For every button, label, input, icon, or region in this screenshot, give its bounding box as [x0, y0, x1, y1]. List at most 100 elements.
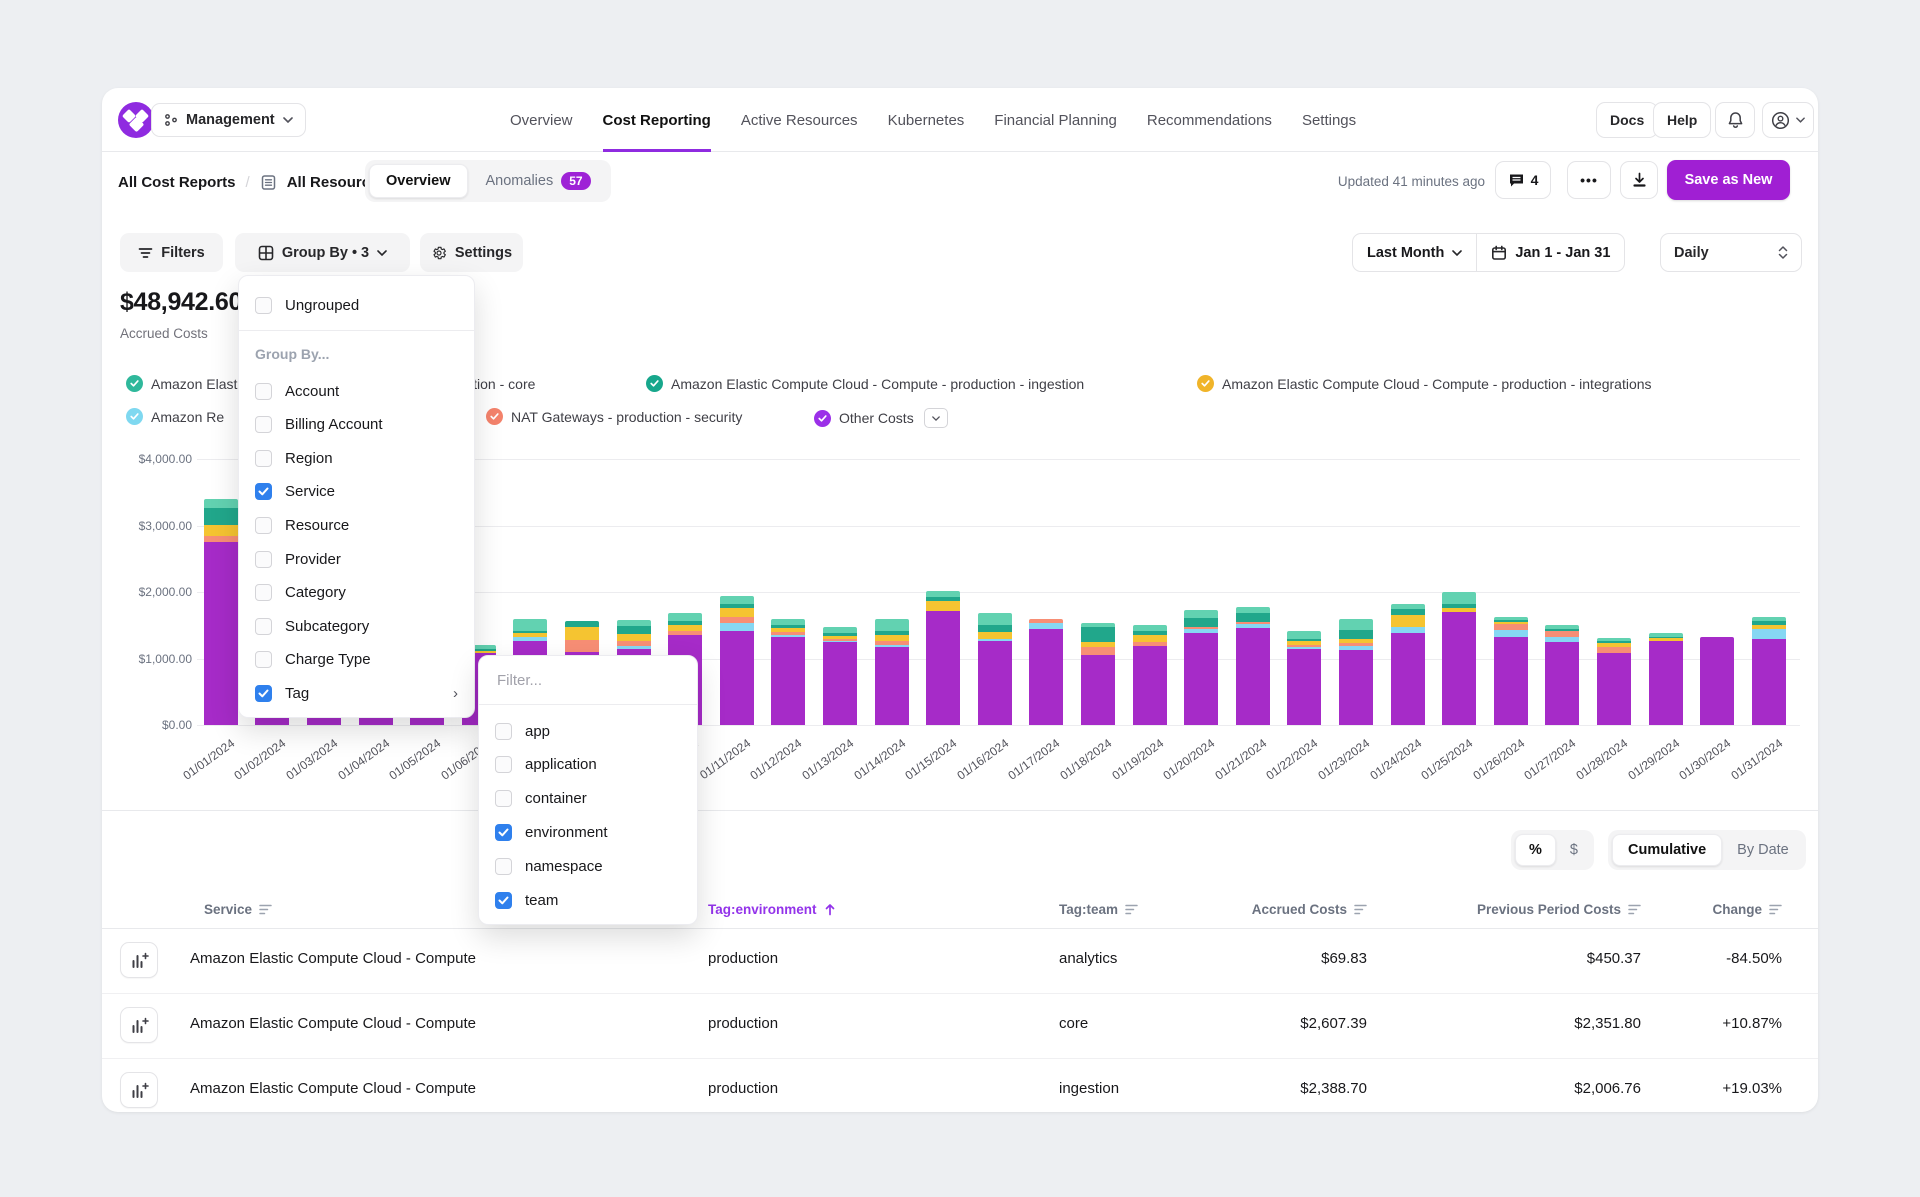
- date-range-button[interactable]: Jan 1 - Jan 31: [1476, 234, 1624, 271]
- add-to-chart-button[interactable]: [120, 1007, 158, 1043]
- menu-item-category[interactable]: Category: [239, 578, 474, 608]
- bar-01/14/2024[interactable]: [875, 619, 909, 725]
- docs-button[interactable]: Docs: [1596, 102, 1658, 138]
- menu-item-resource[interactable]: Resource: [239, 510, 474, 540]
- group-by-button[interactable]: Group By • 3: [235, 233, 410, 272]
- add-to-chart-button[interactable]: [120, 1072, 158, 1108]
- bar-01/31/2024[interactable]: [1752, 617, 1786, 725]
- bar-01/29/2024[interactable]: [1649, 633, 1683, 725]
- tag-item-container[interactable]: container: [479, 784, 697, 814]
- tab-overview[interactable]: Overview: [369, 164, 468, 198]
- bar-segment-amazon-elastic-compute-cloud-c: [1287, 631, 1321, 639]
- cell-change: +19.03%: [1622, 1080, 1782, 1097]
- menu-item-service[interactable]: Service: [239, 477, 474, 507]
- filters-button[interactable]: Filters: [120, 233, 223, 272]
- bar-01/11/2024[interactable]: [720, 596, 754, 725]
- cumulative-toggle[interactable]: Cumulative: [1612, 834, 1722, 866]
- cell-team: ingestion: [1059, 1080, 1119, 1097]
- bar-01/27/2024[interactable]: [1545, 625, 1579, 725]
- nav-tab-kubernetes[interactable]: Kubernetes: [888, 88, 965, 152]
- bar-01/25/2024[interactable]: [1442, 592, 1476, 725]
- cell-previous: $2,006.76: [1401, 1080, 1641, 1097]
- checkbox-unchecked: [255, 618, 272, 635]
- mode-toggle: Cumulative By Date: [1608, 830, 1806, 870]
- breadcrumb-report[interactable]: All Cost Reports: [118, 174, 236, 191]
- legend-item-amazon-elastic-compute-cloud-compute-pro[interactable]: Amazon Elastic Compute Cloud - Compute -…: [646, 375, 1084, 392]
- settings-button[interactable]: Settings: [420, 233, 523, 272]
- legend-item-other-costs[interactable]: Other Costs: [814, 408, 948, 428]
- menu-item-subcategory[interactable]: Subcategory: [239, 611, 474, 641]
- bar-01/01/2024[interactable]: [204, 499, 238, 725]
- percent-toggle[interactable]: %: [1515, 834, 1556, 866]
- column-header-change[interactable]: Change: [1622, 890, 1782, 928]
- by-date-toggle[interactable]: By Date: [1724, 835, 1802, 865]
- nav-tab-cost-reporting[interactable]: Cost Reporting: [603, 88, 711, 152]
- bar-01/12/2024[interactable]: [771, 619, 805, 725]
- bar-segment-amazon-elastic-compute-cloud-c: [720, 608, 754, 617]
- bar-01/18/2024[interactable]: [1081, 623, 1115, 725]
- bar-segment-other-costs: [1545, 642, 1579, 725]
- granularity-select[interactable]: Daily: [1660, 233, 1802, 272]
- menu-item-tag[interactable]: Tag›: [239, 678, 474, 708]
- nav-tab-active-resources[interactable]: Active Resources: [741, 88, 858, 152]
- bar-01/20/2024[interactable]: [1184, 610, 1218, 725]
- column-header-service[interactable]: Service: [204, 890, 272, 928]
- tag-item-team[interactable]: team: [479, 885, 697, 915]
- tag-item-namespace[interactable]: namespace: [479, 851, 697, 881]
- app-logo-icon[interactable]: [118, 102, 154, 138]
- bar-01/21/2024[interactable]: [1236, 607, 1270, 725]
- nav-tab-financial-planning[interactable]: Financial Planning: [994, 88, 1117, 152]
- menu-item-billing-account[interactable]: Billing Account: [239, 410, 474, 440]
- bar-segment-other-costs: [823, 642, 857, 725]
- bar-01/24/2024[interactable]: [1391, 604, 1425, 725]
- tab-anomalies[interactable]: Anomalies57: [470, 164, 607, 198]
- bar-01/13/2024[interactable]: [823, 627, 857, 725]
- tag-item-application[interactable]: application: [479, 750, 697, 780]
- comments-button[interactable]: 4: [1495, 161, 1551, 199]
- notifications-button[interactable]: [1715, 102, 1755, 138]
- legend-item-amazon-elastic-compute-cloud-compute-pro[interactable]: Amazon Elastic Compute Cloud - Compute -…: [1197, 375, 1652, 392]
- menu-item-charge-type[interactable]: Charge Type: [239, 645, 474, 675]
- bar-01/15/2024[interactable]: [926, 591, 960, 725]
- account-button[interactable]: [1762, 102, 1814, 138]
- menu-item-provider[interactable]: Provider: [239, 544, 474, 574]
- anomalies-badge: 57: [561, 172, 590, 190]
- more-actions-button[interactable]: •••: [1567, 161, 1611, 199]
- bar-01/17/2024[interactable]: [1029, 619, 1063, 725]
- column-header-previous-period-costs[interactable]: Previous Period Costs: [1401, 890, 1641, 928]
- tag-item-label: environment: [525, 824, 608, 841]
- bar-01/22/2024[interactable]: [1287, 631, 1321, 725]
- add-to-chart-button[interactable]: [120, 942, 158, 978]
- legend-expand-button[interactable]: [924, 408, 948, 428]
- range-preset-button[interactable]: Last Month: [1353, 234, 1476, 271]
- check-circle-icon: [486, 408, 503, 425]
- bar-01/16/2024[interactable]: [978, 613, 1012, 725]
- legend-item-amazon-re[interactable]: Amazon Re: [126, 408, 224, 425]
- bar-01/26/2024[interactable]: [1494, 617, 1528, 725]
- column-header-accrued-costs[interactable]: Accrued Costs: [1147, 890, 1367, 928]
- dollar-toggle[interactable]: $: [1558, 835, 1590, 865]
- bar-01/23/2024[interactable]: [1339, 619, 1373, 725]
- bar-01/30/2024[interactable]: [1700, 637, 1734, 725]
- nav-tab-overview[interactable]: Overview: [510, 88, 573, 152]
- column-header-tag-environment[interactable]: Tag:environment: [708, 890, 836, 928]
- nav-tab-recommendations[interactable]: Recommendations: [1147, 88, 1272, 152]
- bar-01/28/2024[interactable]: [1597, 638, 1631, 725]
- menu-item-region[interactable]: Region: [239, 443, 474, 473]
- comment-icon: [1508, 172, 1525, 188]
- tag-item-app[interactable]: app: [479, 716, 697, 746]
- menu-item-ungrouped[interactable]: Ungrouped: [239, 290, 474, 320]
- workspace-switcher[interactable]: Management: [151, 103, 306, 137]
- nav-tab-settings[interactable]: Settings: [1302, 88, 1356, 152]
- bar-01/19/2024[interactable]: [1133, 625, 1167, 725]
- menu-item-account[interactable]: Account: [239, 376, 474, 406]
- legend-item-nat-gateways-production-security[interactable]: NAT Gateways - production - security: [486, 408, 742, 425]
- download-button[interactable]: [1620, 161, 1658, 199]
- bar-segment-other-costs: [204, 542, 238, 725]
- help-button[interactable]: Help: [1653, 102, 1711, 138]
- tag-item-environment[interactable]: environment: [479, 817, 697, 847]
- save-as-new-button[interactable]: Save as New: [1667, 160, 1790, 200]
- tag-filter-input[interactable]: Filter...: [497, 672, 542, 689]
- bar-segment-amazon-elastic-compute-cloud-c: [1133, 635, 1167, 642]
- column-header-tag-team[interactable]: Tag:team: [1059, 890, 1138, 928]
